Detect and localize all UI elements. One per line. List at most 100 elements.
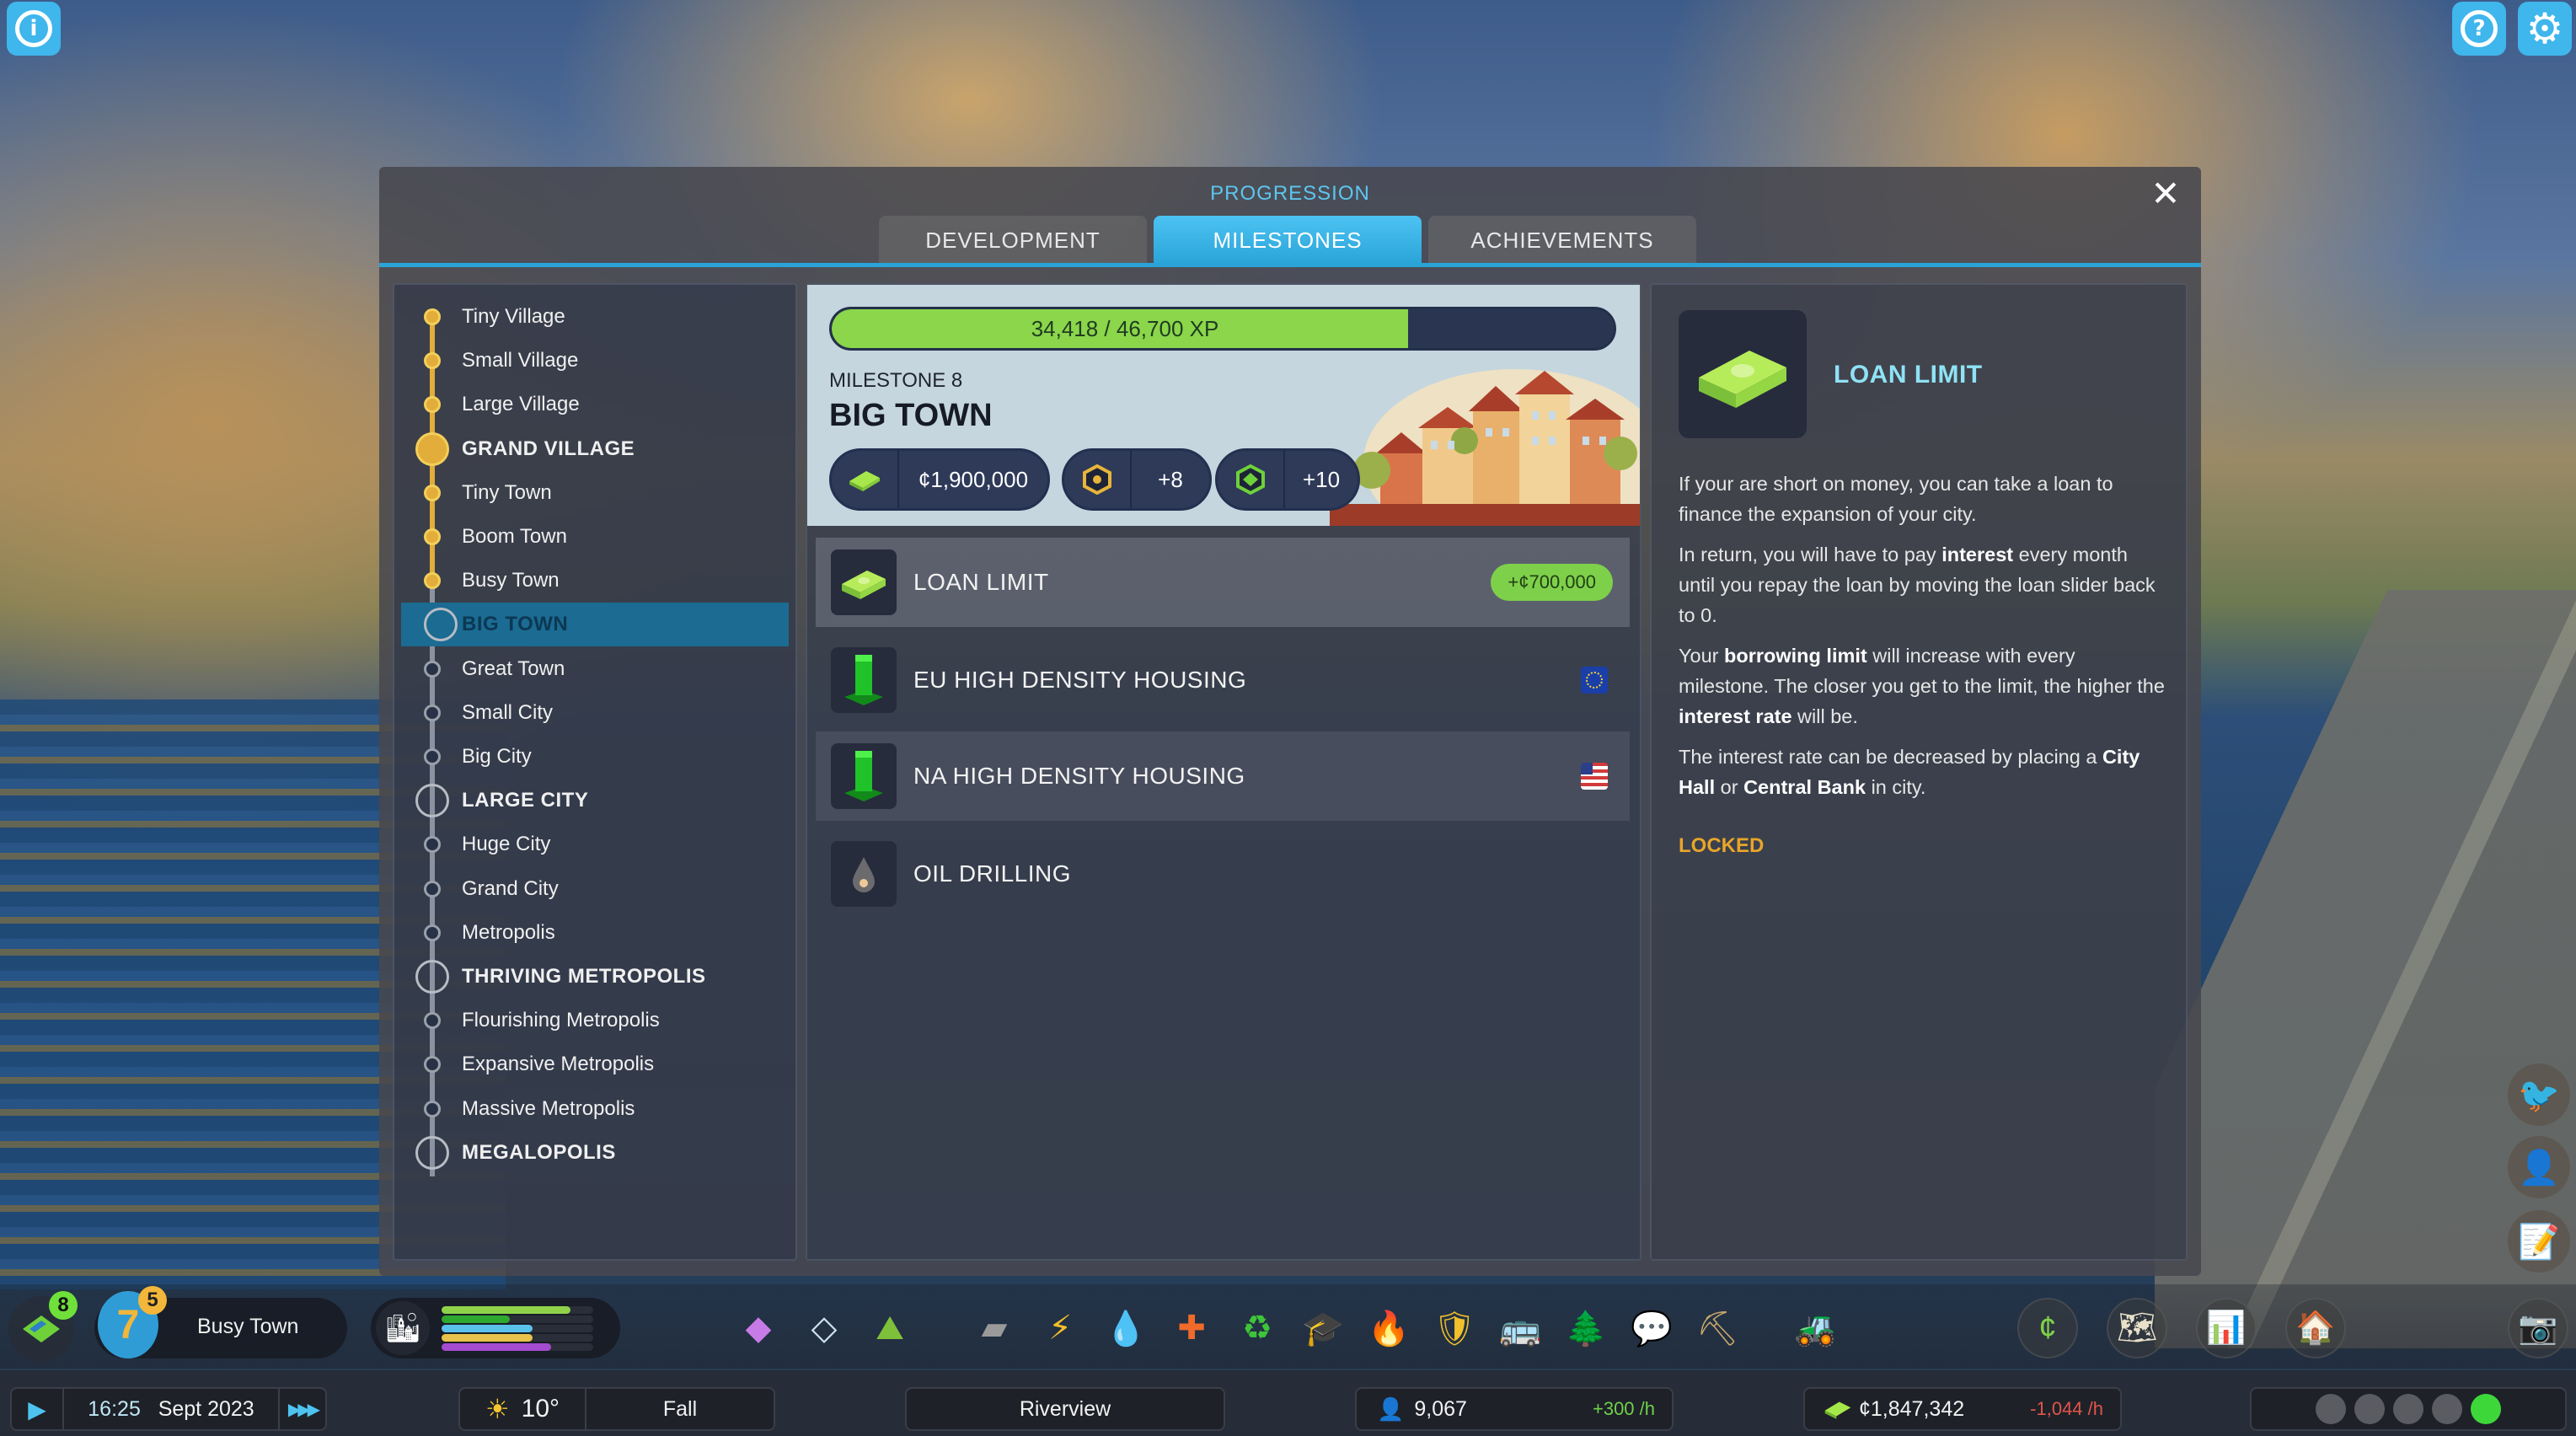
milestone-item[interactable]: Large Village [394, 383, 782, 426]
progression-button[interactable]: 🏠 [2285, 1298, 2346, 1358]
milestone-item-label: Large Village [462, 393, 580, 416]
milestone-pending-marker-icon [424, 608, 458, 642]
parks-tool-button[interactable]: 🌲 [1562, 1305, 1609, 1352]
notes-button[interactable]: 📝 [2508, 1210, 2570, 1273]
police-icon: 🛡 [1433, 1310, 1476, 1348]
unlock-na-high-density-housing[interactable]: NA HIGH DENSITY HOUSING [816, 731, 1630, 821]
electricity-tool-button[interactable]: ⚡ [1036, 1305, 1084, 1352]
transport-icon: 🚌 [1499, 1310, 1541, 1348]
milestone-pending-marker-icon [424, 704, 441, 721]
milestone-item-label: Small Village [462, 349, 579, 372]
education-tool-button[interactable]: 🎓 [1299, 1305, 1347, 1352]
tab-development[interactable]: DEVELOPMENT [879, 216, 1147, 265]
milestone-item[interactable]: Small City [394, 691, 782, 735]
settings-button[interactable]: ⚙ [2518, 2, 2572, 56]
milestone-item[interactable]: Tiny Village [394, 295, 782, 339]
milestone-banner: 34,418 / 46,700 XP MILESTONE 8 BIG TOWN … [807, 285, 1640, 526]
fire-tool-button[interactable]: 🔥 [1365, 1305, 1412, 1352]
detail-text: Your [1679, 645, 1725, 667]
chirper-button[interactable]: 🐦 [2508, 1064, 2570, 1126]
info-button[interactable]: i [7, 2, 61, 56]
play-button[interactable]: ▶ [12, 1389, 64, 1429]
economy-button[interactable]: ¢ [2017, 1298, 2078, 1358]
tab-bar: DEVELOPMENT MILESTONES ACHIEVEMENTS [879, 216, 1696, 265]
money-balance: ¢1,847,342 [1859, 1396, 1965, 1421]
detail-description: If your are short on money, you can take… [1679, 469, 2167, 812]
terrain-tool-button[interactable]: ⛰ [866, 1305, 913, 1352]
close-button[interactable]: ✕ [2149, 176, 2182, 212]
milestone-item[interactable]: Huge City [394, 822, 782, 866]
milestone-item[interactable]: LARGE CITY [394, 779, 782, 822]
progression-panel: PROGRESSION DEVELOPMENT MILESTONES ACHIE… [379, 167, 2201, 1276]
tab-achievements[interactable]: ACHIEVEMENTS [1428, 216, 1696, 265]
gear-icon: ⚙ [2525, 5, 2564, 52]
tiles-count-badge: 8 [49, 1291, 78, 1320]
xp-progress-text: 34,418 / 46,700 XP [1031, 315, 1219, 341]
milestone-item[interactable]: Tiny Town [394, 471, 782, 515]
milestone-complete-marker-icon [424, 572, 441, 590]
milestone-button[interactable]: 7 5 Busy Town [94, 1286, 347, 1358]
garbage-tool-button[interactable]: ♻ [1234, 1305, 1281, 1352]
help-button[interactable]: ? [2452, 2, 2506, 56]
unlock-eu-high-density-housing[interactable]: EU HIGH DENSITY HOUSING [816, 635, 1630, 725]
demand-bar-office [442, 1343, 593, 1351]
milestone-item[interactable]: Boom Town [394, 515, 782, 559]
unlock-oil-drilling[interactable]: OIL DRILLING [816, 829, 1630, 919]
milestone-item[interactable]: GRAND VILLAGE [394, 427, 782, 471]
weather-panel[interactable]: ☀ 10° Fall [458, 1387, 775, 1431]
money-panel[interactable]: ¢1,847,342 -1,044 /h [1803, 1387, 2122, 1431]
milestone-item[interactable]: Flourishing Metropolis [394, 999, 782, 1042]
milestone-item[interactable]: Expansive Metropolis [394, 1042, 782, 1086]
population-panel[interactable]: 👤 9,067 +300 /h [1355, 1387, 1674, 1431]
electricity-icon: ⚡ [1047, 1310, 1073, 1347]
demand-panel[interactable]: 🏙 [371, 1298, 620, 1358]
population-icon: 👤 [1377, 1396, 1405, 1422]
milestone-item[interactable]: Great Town [394, 647, 782, 691]
citizen-button[interactable]: 👤 [2508, 1136, 2570, 1198]
milestone-complete-marker-icon [424, 308, 441, 325]
water-tool-button[interactable]: 💧 [1102, 1305, 1149, 1352]
game-date: Sept 2023 [158, 1396, 254, 1421]
milestone-item[interactable]: THRIVING METROPOLIS [394, 955, 782, 999]
milestone-pending-marker-icon [424, 924, 441, 941]
panel-title: PROGRESSION [1210, 182, 1370, 205]
milestone-item-label: Expansive Metropolis [462, 1053, 655, 1076]
communications-tool-button[interactable]: 💬 [1628, 1305, 1675, 1352]
milestone-item[interactable]: Grand City [394, 867, 782, 911]
zoning-tool-button[interactable]: ◆ [735, 1305, 782, 1352]
speed-button[interactable]: ▶▶▶ [278, 1389, 325, 1429]
detail-text: If your are short on money, you can take… [1679, 473, 2113, 525]
happiness-panel[interactable] [2250, 1387, 2567, 1431]
map-button[interactable]: 🗺 [2107, 1298, 2167, 1358]
tab-milestones[interactable]: MILESTONES [1154, 216, 1422, 265]
game-time: 16:25 [88, 1396, 141, 1421]
area-tool-button[interactable]: ◇ [801, 1305, 848, 1352]
map-tiles-button[interactable]: 8 [8, 1291, 78, 1362]
milestone-item[interactable]: Metropolis [394, 911, 782, 955]
milestone-complete-marker-icon [424, 528, 441, 545]
transport-tool-button[interactable]: 🚌 [1497, 1305, 1544, 1352]
play-icon: ▶ [28, 1396, 46, 1423]
city-name-field[interactable]: Riverview [905, 1387, 1225, 1431]
police-tool-button[interactable]: 🛡 [1431, 1305, 1478, 1352]
milestone-item-label: Tiny Village [462, 305, 565, 328]
bulldozer-tool-button[interactable]: 🚜 [1791, 1305, 1839, 1352]
landscaping-tool-button[interactable]: ⛏ [1694, 1305, 1741, 1352]
milestone-item[interactable]: BIG TOWN [401, 603, 789, 647]
roads-tool-button[interactable]: ▰ [971, 1305, 1018, 1352]
lock-status: LOCKED [1679, 834, 1765, 857]
milestone-item[interactable]: Big City [394, 735, 782, 779]
milestone-item[interactable]: Massive Metropolis [394, 1087, 782, 1131]
milestone-item[interactable]: Busy Town [394, 559, 782, 603]
statistics-button[interactable]: 📊 [2196, 1298, 2257, 1358]
milestone-item[interactable]: Small Village [394, 339, 782, 383]
milestone-item-label: Grand City [462, 876, 559, 900]
development-point-icon [1064, 451, 1132, 508]
photo-mode-button[interactable]: 📷 [2508, 1298, 2568, 1358]
unlock-loan-limit[interactable]: LOAN LIMIT +¢700,000 [816, 538, 1630, 627]
detail-text: will be. [1791, 705, 1858, 727]
healthcare-tool-button[interactable]: ✚ [1168, 1305, 1215, 1352]
money-icon [1824, 1401, 1851, 1419]
milestone-item[interactable]: MEGALOPOLIS [394, 1131, 782, 1175]
demand-bars [442, 1306, 593, 1353]
